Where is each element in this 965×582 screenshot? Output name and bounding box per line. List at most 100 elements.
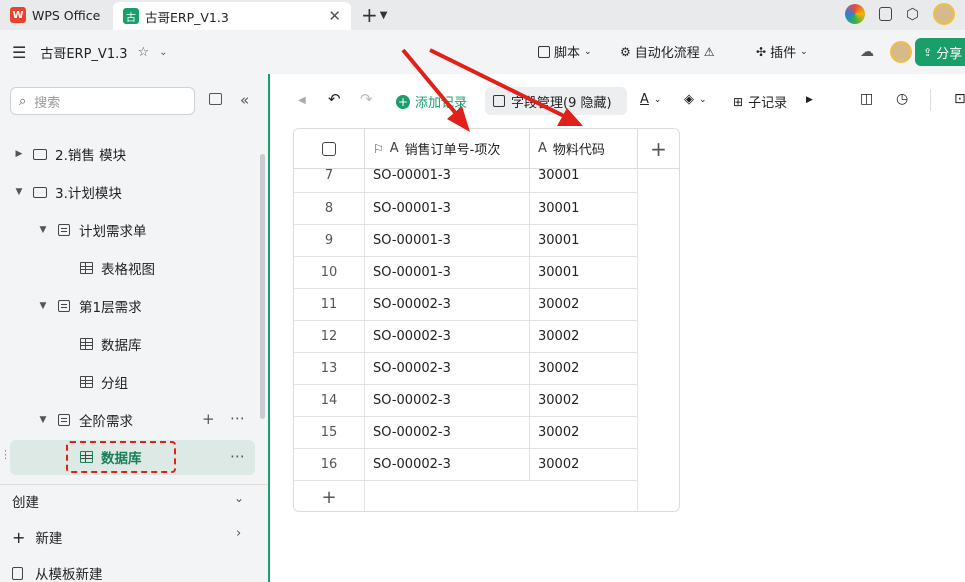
column-header-order[interactable]: ⚐ A 销售订单号-项次 <box>365 129 530 169</box>
window-restore-icon[interactable] <box>878 7 892 21</box>
caret-down-icon[interactable]: ▼ <box>13 187 25 197</box>
plugin-button[interactable]: ✣ 插件 ⌄ <box>756 42 808 62</box>
column-header-material-code[interactable]: A 物料代码 <box>530 129 638 169</box>
from-template-button[interactable]: 从模板新建 <box>12 557 103 582</box>
add-circle-icon: + <box>396 94 410 109</box>
more-icon[interactable]: ⋯ <box>230 447 245 465</box>
fill-color-button[interactable]: ◈ ⌄ <box>684 92 707 107</box>
cell-material-code[interactable]: 30002 <box>530 385 638 417</box>
tree-item-full-demand[interactable]: ▼ 全阶需求 <box>37 404 133 436</box>
chevron-down-icon[interactable]: ⌄ <box>159 47 167 58</box>
field-manage-button[interactable]: 字段管理(9 隐藏) <box>485 87 627 115</box>
cell-order-number[interactable]: SO-00001-3 <box>365 257 530 289</box>
tree-item-plan-module[interactable]: ▼ 3.计划模块 <box>13 176 122 208</box>
cell-material-code[interactable]: 30002 <box>530 321 638 353</box>
caret-down-icon[interactable]: ▼ <box>37 301 49 311</box>
tree-item-table-view[interactable]: 表格视图 <box>71 252 155 284</box>
tree-item-sales-module[interactable]: ▶ 2.销售 模块 <box>13 138 127 170</box>
cloud-icon[interactable]: ☁ <box>860 44 874 60</box>
collaborator-avatar[interactable] <box>890 41 912 63</box>
fields-grid-icon <box>493 95 505 107</box>
share-label: 分享 <box>936 46 963 62</box>
add-column-button[interactable]: + <box>637 129 679 169</box>
sub-record-button[interactable]: ⊞ 子记录 <box>733 92 788 112</box>
panel-icon[interactable] <box>209 93 222 105</box>
cube-icon[interactable]: ⬡ <box>906 5 919 23</box>
add-icon[interactable]: + <box>202 410 215 428</box>
drag-handle-icon[interactable]: ⋮ <box>0 448 11 461</box>
doc-title[interactable]: 古哥ERP_V1.3 <box>40 43 127 62</box>
add-record-button[interactable]: + 添加记录 <box>396 92 467 111</box>
script-icon <box>538 45 550 58</box>
cell-order-number[interactable]: SO-00002-3 <box>365 449 530 481</box>
user-avatar[interactable] <box>933 3 955 25</box>
table-icon <box>79 337 93 351</box>
tab-wps-office[interactable]: W WPS Office <box>0 0 113 30</box>
more-tools-icon[interactable]: ▶ <box>806 95 813 105</box>
folder-icon <box>33 147 47 161</box>
create-section-header[interactable]: 创建 <box>12 485 39 517</box>
tree-item-label: 全阶需求 <box>79 414 133 430</box>
caret-down-icon[interactable]: ▼ <box>37 225 49 235</box>
tree-item-plan-demand[interactable]: ▼ 计划需求单 <box>37 214 147 246</box>
cell-order-number[interactable]: SO-00001-3 <box>365 193 530 225</box>
tree-item-level1-demand[interactable]: ▼ 第1层需求 <box>37 290 142 322</box>
cell-order-number[interactable]: SO-00002-3 <box>365 321 530 353</box>
more-icon[interactable]: ⋯ <box>230 409 245 427</box>
chevron-down-icon[interactable]: ▼ <box>380 10 388 21</box>
cell-material-code[interactable]: 30002 <box>530 449 638 481</box>
select-all-checkbox[interactable] <box>322 141 336 156</box>
cell-order-number[interactable]: SO-00001-3 <box>365 225 530 257</box>
sub-record-label: 子记录 <box>748 96 788 111</box>
tab-label: 古哥ERP_V1.3 <box>145 9 229 25</box>
sidebar-divider <box>0 484 268 485</box>
add-row-button[interactable]: + <box>294 481 365 511</box>
font-color-button[interactable]: A ⌄ <box>640 92 661 107</box>
automation-button[interactable]: ⚙ 自动化流程 ⚠ <box>620 42 715 62</box>
menu-icon[interactable]: ☰ <box>12 43 26 62</box>
sidebar-resize-handle[interactable] <box>268 74 270 582</box>
caret-right-icon[interactable]: ▶ <box>13 149 25 159</box>
search-placeholder: 搜索 <box>34 95 61 111</box>
chevron-down-icon[interactable]: ⌄ <box>234 491 244 505</box>
close-icon[interactable]: ✕ <box>328 7 341 25</box>
text-type-icon: A <box>389 141 399 156</box>
tree-item-database[interactable]: 数据库 <box>71 328 142 360</box>
history-icon[interactable]: ◷ <box>896 91 908 107</box>
export-icon[interactable]: ⊡ <box>954 91 965 107</box>
cell-material-code[interactable]: 30002 <box>530 417 638 449</box>
redo-icon[interactable]: ↷ <box>360 90 373 108</box>
tab-erp[interactable]: 古 古哥ERP_V1.3 ✕ <box>113 2 351 30</box>
scroll-left-icon[interactable]: ◀ <box>298 95 306 106</box>
cell-order-number[interactable]: SO-00002-3 <box>365 385 530 417</box>
from-template-label: 从模板新建 <box>35 567 103 582</box>
new-tab-icon[interactable]: + <box>361 3 378 27</box>
app-logo-icon: 古 <box>123 8 139 24</box>
cell-material-code[interactable]: 30002 <box>530 289 638 321</box>
script-button[interactable]: 脚本 ⌄ <box>538 42 592 61</box>
cell-material-code[interactable]: 30001 <box>530 193 638 225</box>
share-button[interactable]: ⇪ 分享 <box>915 38 965 66</box>
cell-material-code[interactable]: 30001 <box>530 225 638 257</box>
undo-icon[interactable]: ↶ <box>328 90 341 108</box>
cell-material-code[interactable]: 30001 <box>530 257 638 289</box>
cell-material-code[interactable]: 30001 <box>530 169 638 193</box>
cell-order-number[interactable]: SO-00002-3 <box>365 353 530 385</box>
row-number: 12 <box>294 321 365 353</box>
flag-icon: ⚐ <box>373 141 384 156</box>
cell-material-code[interactable]: 30002 <box>530 353 638 385</box>
assistant-icon[interactable] <box>844 4 865 24</box>
new-item-button[interactable]: + 新建 <box>12 521 62 553</box>
collapse-sidebar-icon[interactable]: « <box>240 91 249 109</box>
tree-item-group[interactable]: 分组 <box>71 366 128 398</box>
layout-icon[interactable]: ◫ <box>860 91 873 107</box>
cell-order-number[interactable]: SO-00002-3 <box>365 289 530 321</box>
star-icon[interactable]: ☆ <box>138 45 150 60</box>
search-box[interactable]: ⌕ 搜索 <box>10 87 195 115</box>
row-number: 16 <box>294 449 365 481</box>
caret-down-icon[interactable]: ▼ <box>37 415 49 425</box>
cell-order-number[interactable]: SO-00001-3 <box>365 169 530 193</box>
cell-order-number[interactable]: SO-00002-3 <box>365 417 530 449</box>
sidebar-scrollbar[interactable] <box>260 154 265 419</box>
chevron-right-icon[interactable]: › <box>236 526 241 541</box>
